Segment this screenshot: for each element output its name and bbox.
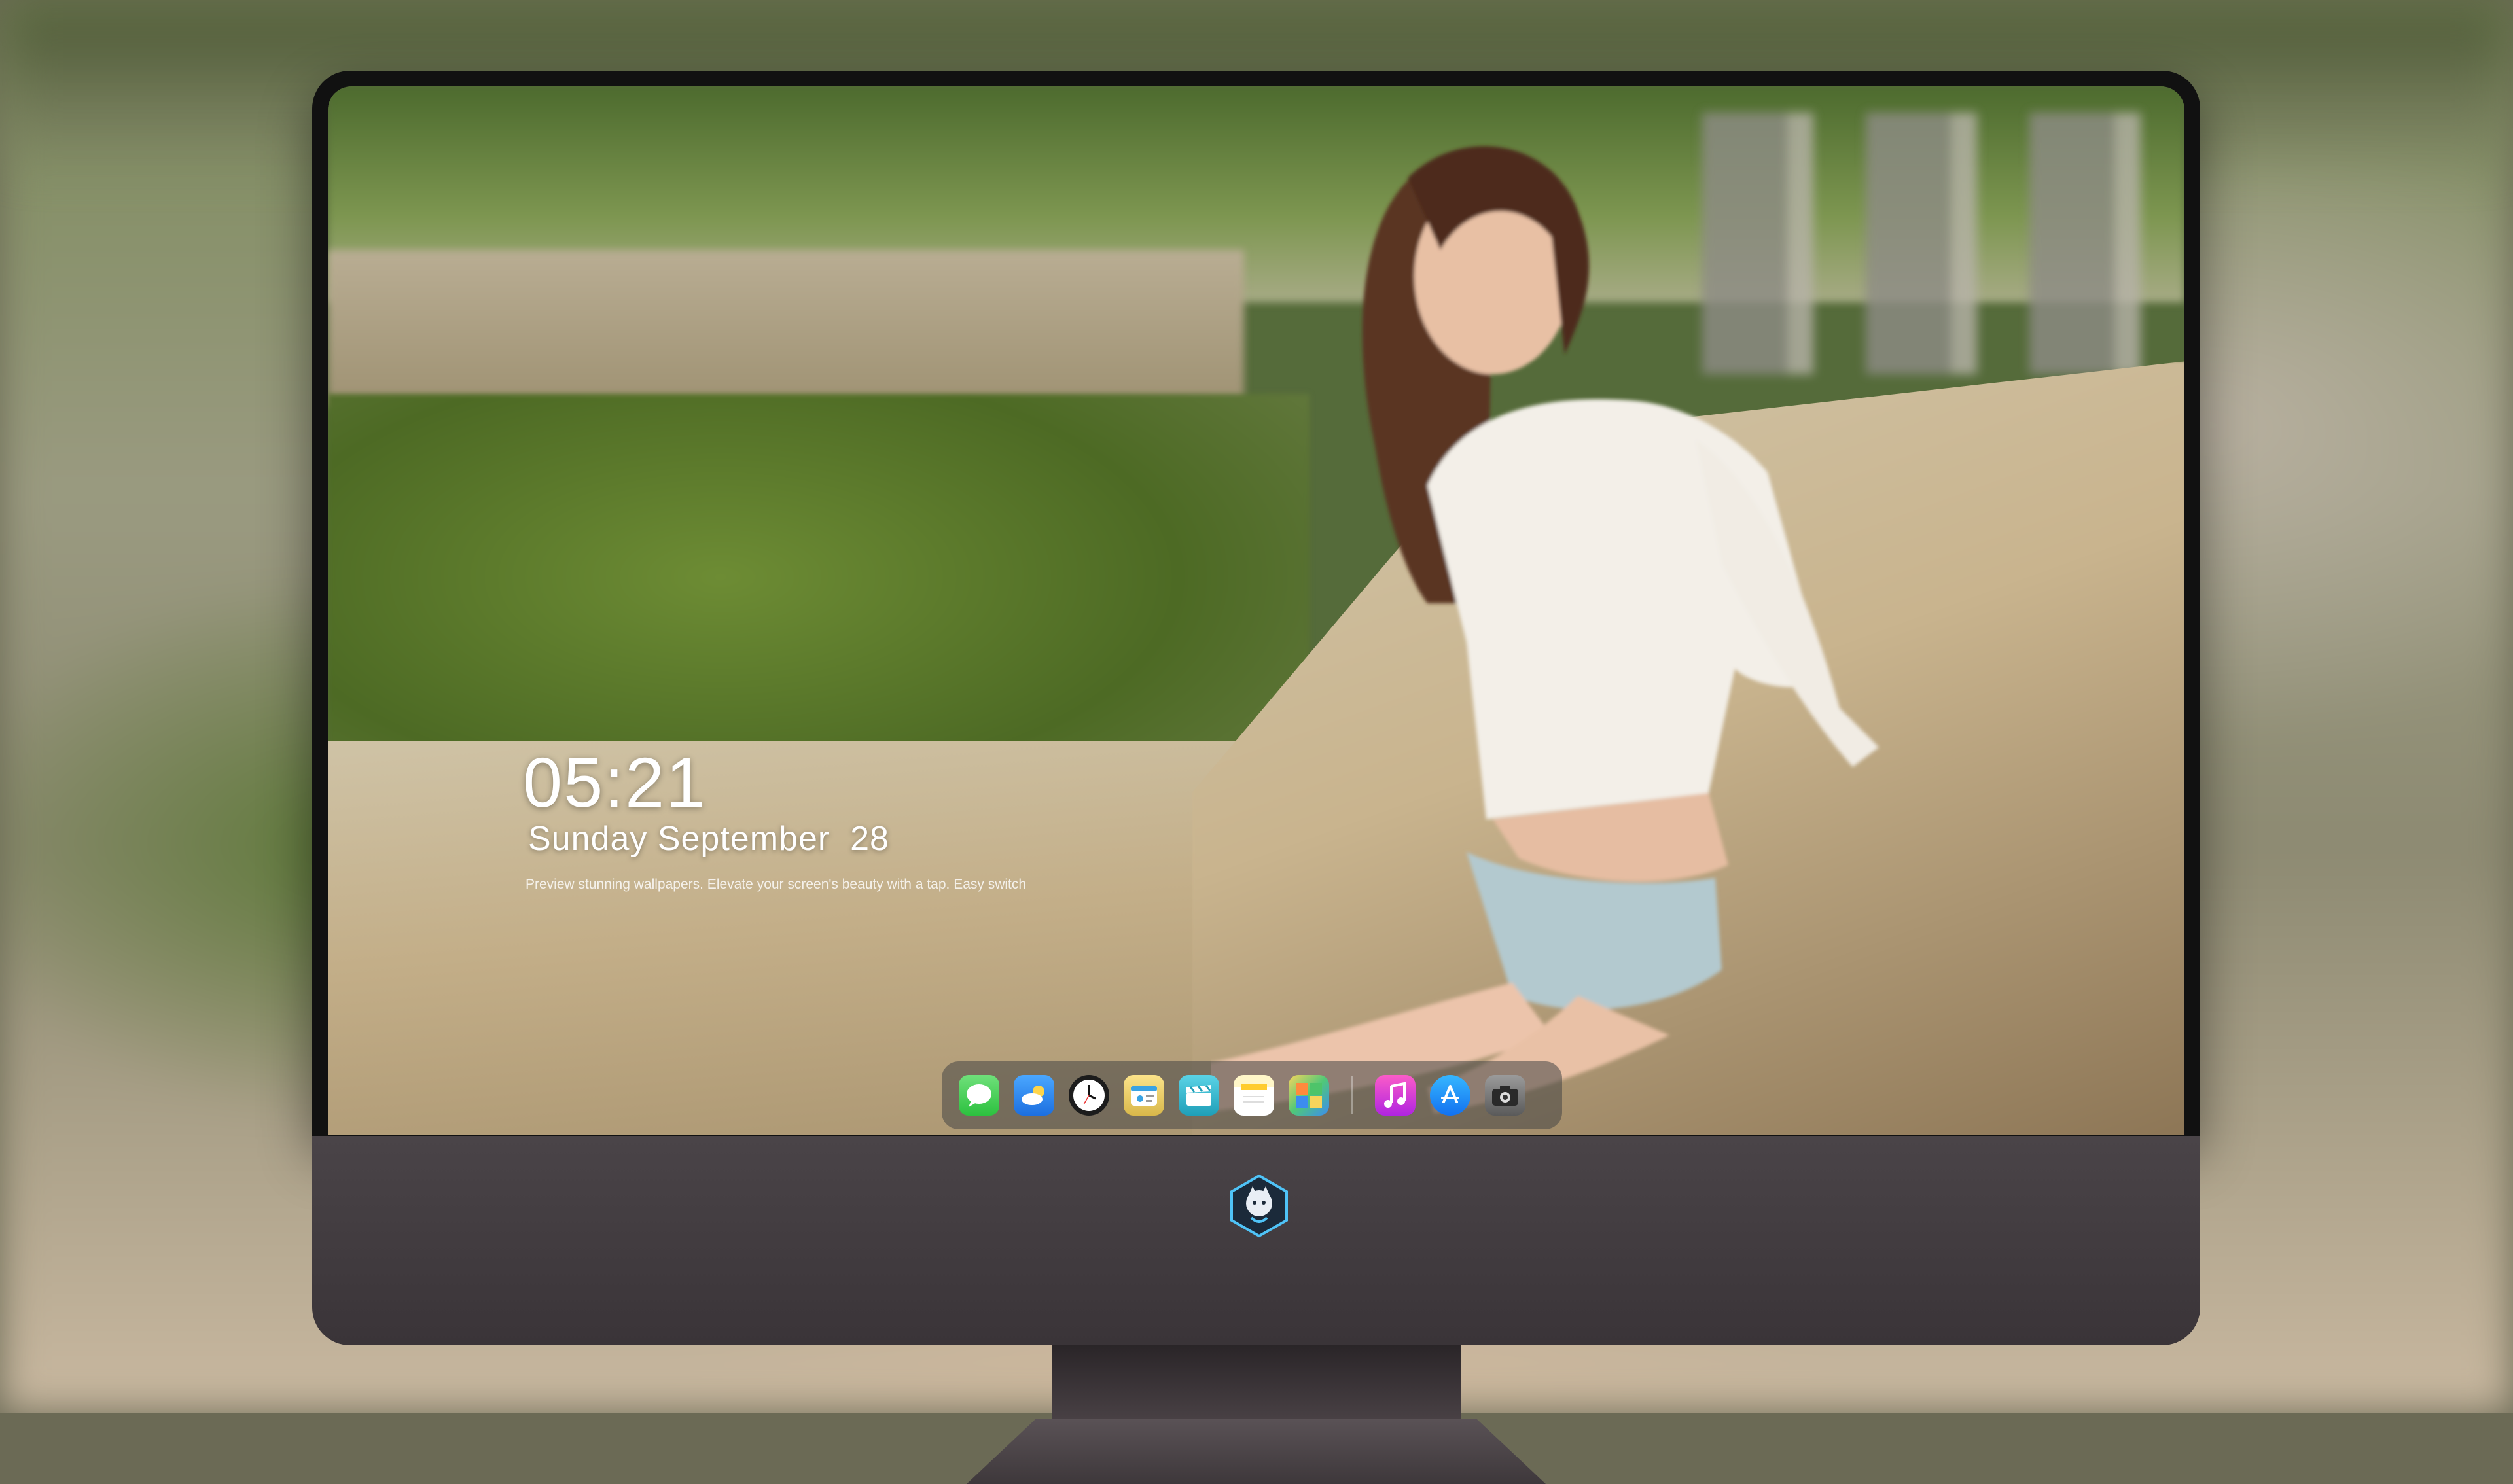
monitor-stand-base bbox=[967, 1419, 1546, 1484]
finder-icon[interactable] bbox=[1124, 1075, 1164, 1116]
wallpaper-portrait bbox=[1211, 146, 1879, 1114]
monitor-chin bbox=[312, 1136, 2200, 1345]
wallpaper bbox=[328, 86, 2184, 1135]
weather-icon[interactable] bbox=[1014, 1075, 1054, 1116]
dock-separator bbox=[1351, 1076, 1353, 1114]
wallpaper-wall bbox=[328, 250, 1244, 407]
photos-icon[interactable] bbox=[1289, 1075, 1329, 1116]
monitor-stand-neck bbox=[1052, 1345, 1461, 1424]
lock-screen-clock: 05:21 bbox=[523, 743, 707, 822]
clock-icon[interactable] bbox=[1069, 1075, 1109, 1116]
app-dock bbox=[942, 1061, 1562, 1129]
lock-screen-tagline: Preview stunning wallpapers. Elevate you… bbox=[526, 877, 1027, 892]
music-icon[interactable] bbox=[1375, 1075, 1416, 1116]
monitor-screen[interactable]: 05:21 Sunday September 28 Preview stunni… bbox=[328, 86, 2184, 1135]
notes-icon[interactable] bbox=[1234, 1075, 1274, 1116]
clips-icon[interactable] bbox=[1179, 1075, 1219, 1116]
lock-screen-date: Sunday September 28 bbox=[528, 820, 889, 858]
desktop-monitor: 05:21 Sunday September 28 Preview stunni… bbox=[312, 71, 2200, 1484]
messages-icon[interactable] bbox=[959, 1075, 999, 1116]
camera-icon[interactable] bbox=[1485, 1075, 1525, 1116]
brand-logo-icon bbox=[1230, 1174, 1288, 1238]
app-store-icon[interactable] bbox=[1430, 1075, 1470, 1116]
